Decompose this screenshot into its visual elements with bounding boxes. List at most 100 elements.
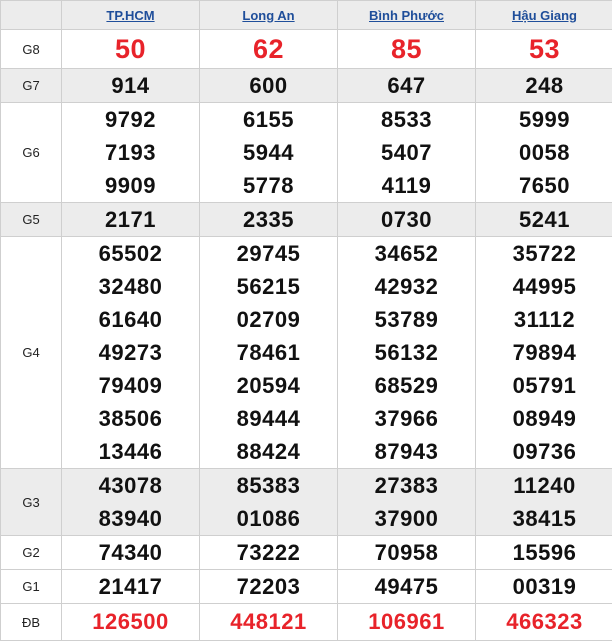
result-number: 15596 — [512, 540, 577, 565]
result-number: 29745 — [236, 241, 301, 266]
prize-row: G5 2171 2335 0730 5241 — [0, 202, 612, 237]
prize-row: G4 65502 32480 61640 49273 79409 38506 13446 297… — [0, 236, 612, 469]
result-number: 73222 — [236, 540, 301, 565]
result-cell: 600 — [199, 68, 338, 103]
result-number: 8533 — [381, 107, 432, 132]
prize-row: G8 50 62 85 53 — [0, 29, 612, 69]
result-number: 248 — [525, 73, 564, 98]
result-number: 27383 — [374, 473, 439, 498]
result-number: 126500 — [92, 609, 169, 634]
result-number: 85383 — [236, 473, 301, 498]
result-number: 01086 — [236, 506, 301, 531]
province-link[interactable]: Hậu Giang — [512, 8, 577, 23]
result-number: 34652 — [374, 241, 439, 266]
province-link[interactable]: Long An — [242, 8, 294, 23]
prize-label: G6 — [0, 102, 62, 203]
result-cell: 9792 7193 9909 — [61, 102, 200, 203]
result-cell: 2335 — [199, 202, 338, 237]
prize-label: ĐB — [0, 603, 62, 641]
result-cell: 70958 — [337, 535, 476, 570]
result-number: 53 — [528, 34, 561, 64]
result-number: 61640 — [98, 307, 163, 332]
result-number: 70958 — [374, 540, 439, 565]
prize-row: G1 21417 72203 49475 00319 — [0, 569, 612, 604]
result-number: 5944 — [243, 140, 294, 165]
result-number: 7193 — [105, 140, 156, 165]
result-number: 56215 — [236, 274, 301, 299]
result-number: 65502 — [98, 241, 163, 266]
result-cell: 74340 — [61, 535, 200, 570]
result-number: 2335 — [243, 207, 294, 232]
result-number: 83940 — [98, 506, 163, 531]
prize-label: G4 — [0, 236, 62, 469]
result-number: 78461 — [236, 340, 301, 365]
result-number: 09736 — [512, 439, 577, 464]
prize-row: ĐB 126500 448121 106961 466323 — [0, 603, 612, 641]
province-link[interactable]: Bình Phước — [369, 8, 444, 23]
result-cell: 248 — [475, 68, 612, 103]
result-cell: 448121 — [199, 603, 338, 641]
header-province-1: TP.HCM — [61, 0, 200, 30]
header-province-3: Bình Phước — [337, 0, 476, 30]
result-number: 106961 — [368, 609, 445, 634]
result-cell: 35722 44995 31112 79894 05791 08949 09736 — [475, 236, 612, 469]
result-cell: 466323 — [475, 603, 612, 641]
province-link[interactable]: TP.HCM — [106, 8, 154, 23]
result-number: 89444 — [236, 406, 301, 431]
lottery-results-table: TP.HCM Long An Bình Phước Hậu Giang G8 50… — [0, 0, 612, 641]
result-number: 56132 — [374, 340, 439, 365]
prize-label: G7 — [0, 68, 62, 103]
result-number: 68529 — [374, 373, 439, 398]
result-cell: 15596 — [475, 535, 612, 570]
result-cell: 8533 5407 4119 — [337, 102, 476, 203]
result-number: 87943 — [374, 439, 439, 464]
result-cell: 62 — [199, 29, 338, 69]
result-number: 6155 — [243, 107, 294, 132]
result-number: 13446 — [98, 439, 163, 464]
result-number: 7650 — [519, 173, 570, 198]
result-number: 0730 — [381, 207, 432, 232]
result-number: 647 — [387, 73, 426, 98]
result-number: 05791 — [512, 373, 577, 398]
result-number: 79894 — [512, 340, 577, 365]
result-cell: 11240 38415 — [475, 468, 612, 536]
result-number: 11240 — [513, 473, 576, 498]
result-number: 72203 — [236, 574, 301, 599]
result-cell: 00319 — [475, 569, 612, 604]
result-number: 5999 — [519, 107, 570, 132]
result-cell: 126500 — [61, 603, 200, 641]
result-number: 32480 — [98, 274, 163, 299]
prize-label: G5 — [0, 202, 62, 237]
result-number: 85 — [390, 34, 423, 64]
result-number: 62 — [252, 34, 285, 64]
result-number: 9909 — [105, 173, 156, 198]
result-number: 9792 — [105, 107, 156, 132]
header-corner — [0, 0, 62, 30]
result-cell: 43078 83940 — [61, 468, 200, 536]
result-number: 38506 — [98, 406, 163, 431]
result-number: 02709 — [236, 307, 301, 332]
result-number: 42932 — [374, 274, 439, 299]
prize-label: G2 — [0, 535, 62, 570]
result-cell: 106961 — [337, 603, 476, 641]
result-number: 50 — [114, 34, 147, 64]
result-cell: 6155 5944 5778 — [199, 102, 338, 203]
result-number: 448121 — [230, 609, 307, 634]
result-cell: 65502 32480 61640 49273 79409 38506 13446 — [61, 236, 200, 469]
result-cell: 647 — [337, 68, 476, 103]
result-number: 5241 — [519, 207, 570, 232]
result-number: 37900 — [374, 506, 439, 531]
header-province-2: Long An — [199, 0, 338, 30]
result-cell: 914 — [61, 68, 200, 103]
result-number: 4119 — [381, 173, 432, 198]
header-row: TP.HCM Long An Bình Phước Hậu Giang — [0, 0, 612, 30]
result-cell: 34652 42932 53789 56132 68529 37966 87943 — [337, 236, 476, 469]
prize-row: G3 43078 83940 85383 01086 27383 37900 11240 384… — [0, 468, 612, 536]
result-number: 44995 — [512, 274, 577, 299]
result-number: 2171 — [105, 207, 156, 232]
result-cell: 50 — [61, 29, 200, 69]
result-number: 00319 — [512, 574, 577, 599]
result-cell: 2171 — [61, 202, 200, 237]
header-province-4: Hậu Giang — [475, 0, 612, 30]
result-number: 88424 — [236, 439, 301, 464]
